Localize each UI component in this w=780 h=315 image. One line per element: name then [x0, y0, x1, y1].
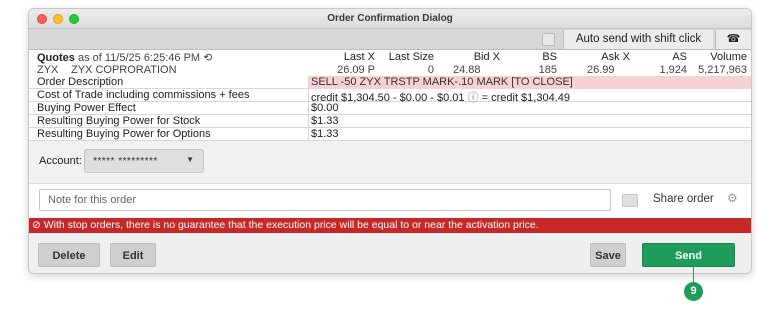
toolbar-checkbox[interactable] [542, 33, 555, 46]
account-section: Account: ***** ********* ▼ [29, 141, 751, 184]
quote-last-x: 26.09 P [337, 64, 375, 76]
window-title: Order Confirmation Dialog [327, 13, 453, 24]
quote-company-name: ZYX COPRORATION [71, 64, 177, 76]
stop-order-warning: ⊘ With stop orders, there is no guarante… [29, 218, 751, 233]
quote-volume: 5,217,963 [698, 64, 747, 76]
col-header-bs: BS [542, 51, 557, 63]
buying-power-options-value: $1.33 [311, 128, 339, 140]
buying-power-effect-label: Buying Power Effect [37, 102, 136, 114]
account-dropdown[interactable]: ***** ********* ▼ [84, 149, 204, 173]
buying-power-options-label: Resulting Buying Power for Options [37, 128, 211, 140]
quotes-timestamp: as of 11/5/25 6:25:46 PM [77, 52, 201, 64]
share-order-checkbox[interactable] [622, 194, 638, 207]
buying-power-effect-row: Buying Power Effect $0.00 [29, 102, 751, 115]
order-description-row: Order Description SELL -50 ZYX TRSTP MAR… [29, 76, 751, 89]
refresh-icon[interactable]: ⟲ [203, 52, 212, 64]
buying-power-stock-label: Resulting Buying Power for Stock [37, 115, 201, 127]
buying-power-stock-value: $1.33 [311, 115, 339, 127]
quote-bid-x: 24.88 [453, 64, 481, 76]
warning-icon: ⊘ [32, 219, 41, 231]
col-header-last-size: Last Size [388, 51, 434, 63]
callout-connector [693, 266, 694, 282]
buying-power-options-row: Resulting Buying Power for Options $1.33 [29, 128, 751, 141]
title-bar: Order Confirmation Dialog [29, 9, 751, 29]
cost-of-trade-row: Cost of Trade including commissions + fe… [29, 89, 751, 104]
save-button[interactable]: Save [590, 243, 626, 267]
share-order-label: Share order [653, 193, 714, 205]
delete-button[interactable]: Delete [38, 243, 100, 267]
col-header-ask-x: Ask X [601, 51, 630, 63]
button-bar: Delete Edit Save Send [29, 233, 751, 273]
cost-of-trade-label: Cost of Trade including commissions + fe… [37, 89, 250, 101]
chevron-down-icon: ▼ [186, 155, 194, 164]
buying-power-stock-row: Resulting Buying Power for Stock $1.33 [29, 115, 751, 128]
phone-icon[interactable]: ☎ [715, 30, 751, 49]
quote-ask-x: 26.99 [587, 64, 615, 76]
order-confirmation-dialog: Order Confirmation Dialog Auto send with… [28, 8, 752, 274]
edit-button[interactable]: Edit [110, 243, 156, 267]
stop-order-warning-text: With stop orders, there is no guarantee … [43, 219, 539, 231]
quote-symbol: ZYX [37, 64, 59, 76]
auto-send-toggle[interactable]: Auto send with shift click [563, 30, 713, 49]
quote-last-size: 0 [427, 64, 434, 76]
callout-badge: 9 [684, 282, 703, 301]
gear-icon[interactable]: ⚙ [727, 191, 738, 205]
buying-power-effect-value: $0.00 [311, 102, 339, 114]
col-header-bid-x: Bid X [473, 51, 500, 63]
dialog-toolbar: Auto send with shift click ☎ [29, 29, 751, 50]
col-header-as: AS [672, 51, 687, 63]
order-note-input[interactable]: Note for this order [39, 189, 611, 211]
account-label: Account: [39, 155, 82, 167]
quote-as: 1,924 [659, 64, 687, 76]
col-header-volume: Volume [710, 51, 747, 63]
order-description-value: SELL -50 ZYX TRSTP MARK-.10 MARK [TO CLO… [308, 76, 751, 89]
quote-bs: 185 [538, 64, 557, 76]
account-value: ***** ********* [93, 155, 158, 167]
quotes-heading: Quotes [37, 52, 75, 64]
quotes-header-row: Quotes as of 11/5/25 6:25:46 PM ⟲ Last X… [29, 51, 751, 64]
auto-send-label: Auto send with shift click [575, 33, 702, 45]
col-header-last-x: Last X [343, 51, 375, 63]
order-description-label: Order Description [37, 76, 124, 88]
info-column-divider [308, 76, 309, 141]
send-button[interactable]: Send [642, 243, 735, 267]
